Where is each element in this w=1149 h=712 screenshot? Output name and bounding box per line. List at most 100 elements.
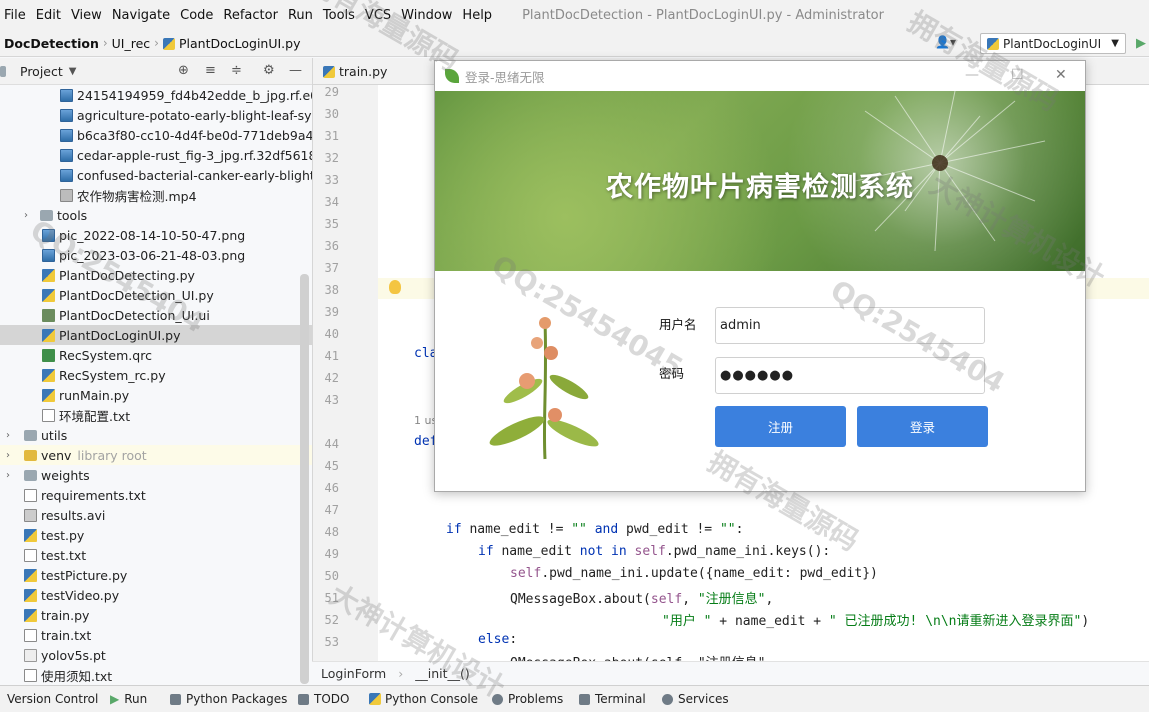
- chevron-right-icon[interactable]: ›: [2, 470, 14, 481]
- menu-file[interactable]: File: [0, 8, 30, 23]
- username-input[interactable]: admin: [715, 307, 985, 344]
- tree-item-label: train.txt: [41, 627, 92, 643]
- minimize-icon[interactable]: —: [965, 67, 979, 83]
- tree-item-selected[interactable]: PlantDocLoginUI.py: [0, 325, 312, 345]
- lightbulb-icon[interactable]: [389, 280, 401, 294]
- tree-item[interactable]: 环境配置.txt: [0, 405, 312, 425]
- menu-navigate[interactable]: Navigate: [108, 8, 174, 23]
- close-icon[interactable]: ✕: [1055, 67, 1067, 83]
- code-token: and: [586, 522, 619, 537]
- terminal-tab[interactable]: Terminal: [579, 692, 646, 706]
- run-tab-label: Run: [124, 692, 148, 706]
- code-line-51: QMessageBox.about(self, "注册信息",: [510, 588, 773, 607]
- todo-tab[interactable]: TODO: [298, 692, 349, 706]
- register-button[interactable]: 注册: [715, 406, 846, 447]
- project-tree-scrollbar[interactable]: [300, 274, 309, 684]
- breadcrumb-class[interactable]: LoginForm: [321, 666, 386, 681]
- version-control-tab[interactable]: Version Control: [7, 692, 98, 706]
- chevron-right-icon[interactable]: ›: [2, 450, 14, 461]
- chevron-down-icon[interactable]: ▼: [69, 66, 77, 77]
- tree-item[interactable]: yolov5s.pt: [0, 645, 312, 665]
- chevron-right-icon[interactable]: ›: [2, 430, 14, 441]
- code-token: :: [509, 632, 518, 647]
- breadcrumb-project[interactable]: DocDetection: [0, 36, 103, 51]
- menu-refactor[interactable]: Refactor: [219, 8, 282, 23]
- menu-vcs[interactable]: VCS: [361, 8, 395, 23]
- gear-icon[interactable]: ⚙: [263, 63, 275, 78]
- minimize-icon[interactable]: —: [289, 63, 302, 78]
- tree-item[interactable]: train.txt: [0, 625, 312, 645]
- expand-all-icon[interactable]: ≡: [205, 63, 216, 78]
- breadcrumb-file[interactable]: PlantDocLoginUI.py: [159, 36, 305, 51]
- tree-item[interactable]: PlantDocDetection_UI.ui: [0, 305, 312, 325]
- tree-item[interactable]: RecSystem.qrc: [0, 345, 312, 365]
- tree-item-label: 24154194959_fd4b42edde_b_jpg.rf.e096: [77, 87, 312, 103]
- tree-item[interactable]: › venv library root: [0, 445, 312, 465]
- run-tab[interactable]: ▶ Run: [110, 692, 147, 706]
- menu-edit[interactable]: Edit: [32, 8, 65, 23]
- run-configuration-select[interactable]: PlantDocLoginUI ▼: [980, 33, 1126, 54]
- code-token: "注册信息": [697, 592, 766, 607]
- tree-item[interactable]: PlantDocDetecting.py: [0, 265, 312, 285]
- tree-item[interactable]: results.avi: [0, 505, 312, 525]
- menu-tools[interactable]: Tools: [319, 8, 359, 23]
- line-number: 45: [324, 459, 339, 473]
- login-button[interactable]: 登录: [857, 406, 988, 447]
- menu-code[interactable]: Code: [176, 8, 217, 23]
- breadcrumb-folder[interactable]: UI_rec: [108, 36, 155, 51]
- menu-view[interactable]: View: [67, 8, 106, 23]
- menu-run[interactable]: Run: [284, 8, 317, 23]
- tree-item[interactable]: › tools: [0, 205, 312, 225]
- tree-item[interactable]: confused-bacterial-canker-early-blight-z: [0, 165, 312, 185]
- menu-window[interactable]: Window: [397, 8, 456, 23]
- tree-item[interactable]: testVideo.py: [0, 585, 312, 605]
- tree-item[interactable]: test.py: [0, 525, 312, 545]
- password-input[interactable]: ●●●●●●: [715, 357, 985, 394]
- image-file-icon: [42, 248, 55, 262]
- tree-item-label: RecSystem.qrc: [59, 347, 152, 363]
- tree-item[interactable]: RecSystem_rc.py: [0, 365, 312, 385]
- breadcrumb-method[interactable]: __init__(): [415, 666, 470, 681]
- folder-icon: [24, 449, 37, 461]
- window-title: PlantDocDetection - PlantDocLoginUI.py -…: [522, 7, 884, 23]
- breadcrumb-separator: ›: [398, 666, 404, 681]
- menu-help[interactable]: Help: [458, 8, 496, 23]
- tree-item[interactable]: 使用须知.txt: [0, 665, 312, 685]
- tree-item[interactable]: train.py: [0, 605, 312, 625]
- project-panel-title[interactable]: Project: [20, 64, 63, 79]
- image-file-icon: [60, 168, 73, 182]
- tree-item-label: cedar-apple-rust_fig-3_jpg.rf.32df56185: [77, 147, 312, 163]
- user-icon[interactable]: 👤▾: [935, 35, 956, 49]
- locate-icon[interactable]: ⊕: [178, 63, 189, 78]
- python-packages-tab[interactable]: Python Packages: [170, 692, 287, 706]
- tree-item[interactable]: cedar-apple-rust_fig-3_jpg.rf.32df56185: [0, 145, 312, 165]
- services-tab[interactable]: Services: [662, 692, 729, 706]
- tree-item[interactable]: PlantDocDetection_UI.py: [0, 285, 312, 305]
- tree-item[interactable]: b6ca3f80-cc10-4d4f-be0d-771deb9a496: [0, 125, 312, 145]
- chevron-right-icon[interactable]: ›: [20, 210, 32, 221]
- tree-item[interactable]: pic_2023-03-06-21-48-03.png: [0, 245, 312, 265]
- tree-item[interactable]: requirements.txt: [0, 485, 312, 505]
- editor-tab[interactable]: train.py: [323, 64, 387, 79]
- python-file-icon: [42, 388, 55, 402]
- line-number: 53: [324, 635, 339, 649]
- tree-item[interactable]: testPicture.py: [0, 565, 312, 585]
- tree-item[interactable]: 24154194959_fd4b42edde_b_jpg.rf.e096: [0, 85, 312, 105]
- line-number: 42: [324, 371, 339, 385]
- password-label: 密码: [659, 366, 685, 381]
- tree-item[interactable]: › weights: [0, 465, 312, 485]
- video-file-icon: [24, 508, 37, 522]
- tree-item[interactable]: agriculture-potato-early-blight-leaf-sym…: [0, 105, 312, 125]
- tree-item[interactable]: 农作物病害检测.mp4: [0, 185, 312, 205]
- run-icon[interactable]: ▶: [1136, 36, 1146, 51]
- tree-item[interactable]: › utils: [0, 425, 312, 445]
- maximize-icon[interactable]: ☐: [1011, 67, 1024, 83]
- code-token: + name_edit +: [711, 614, 829, 629]
- tree-item[interactable]: pic_2022-08-14-10-50-47.png: [0, 225, 312, 245]
- problems-tab[interactable]: Problems: [492, 692, 563, 706]
- collapse-all-icon[interactable]: ≑: [231, 63, 242, 78]
- python-console-tab[interactable]: Python Console: [369, 692, 478, 706]
- dialog-titlebar[interactable]: 登录-思绪无限 — ☐ ✕: [435, 61, 1085, 91]
- tree-item[interactable]: runMain.py: [0, 385, 312, 405]
- tree-item[interactable]: test.txt: [0, 545, 312, 565]
